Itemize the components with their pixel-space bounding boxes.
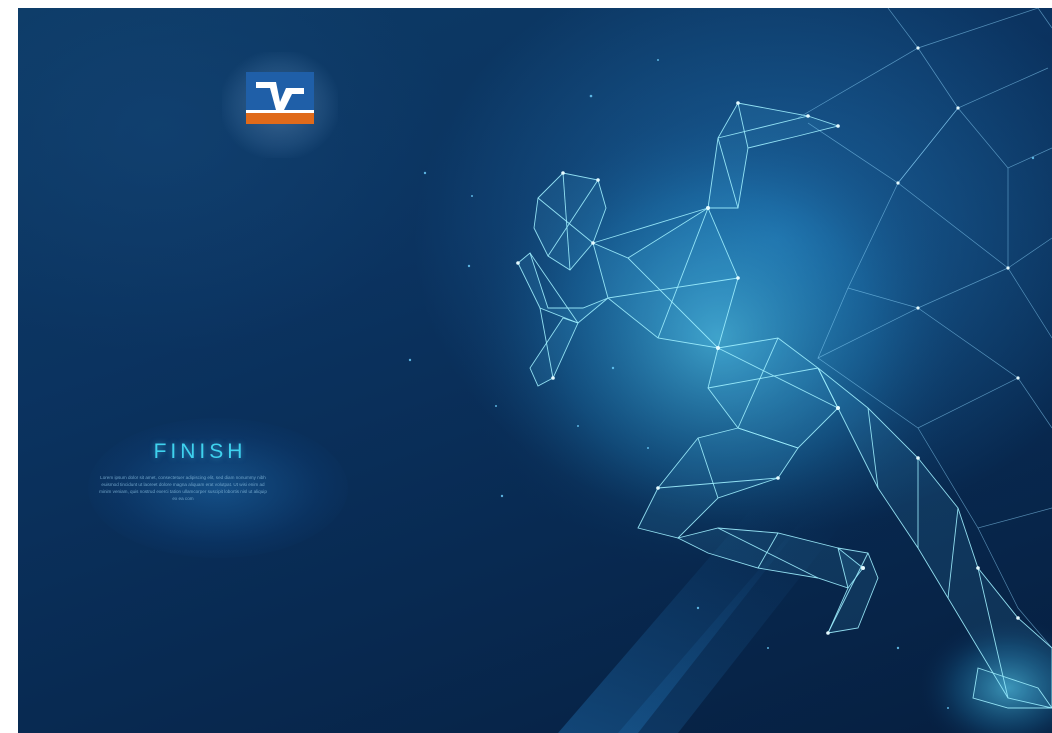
background-illustration — [408, 8, 1052, 733]
volksbank-logo — [246, 72, 314, 124]
body-text: Lorem ipsum dolor sit amet, consectetuer… — [99, 475, 267, 501]
page: FINISH Lorem ipsum dolor sit amet, conse… — [0, 0, 1052, 733]
page-title: FINISH — [153, 440, 247, 463]
poster: FINISH Lorem ipsum dolor sit amet, conse… — [18, 8, 1052, 733]
